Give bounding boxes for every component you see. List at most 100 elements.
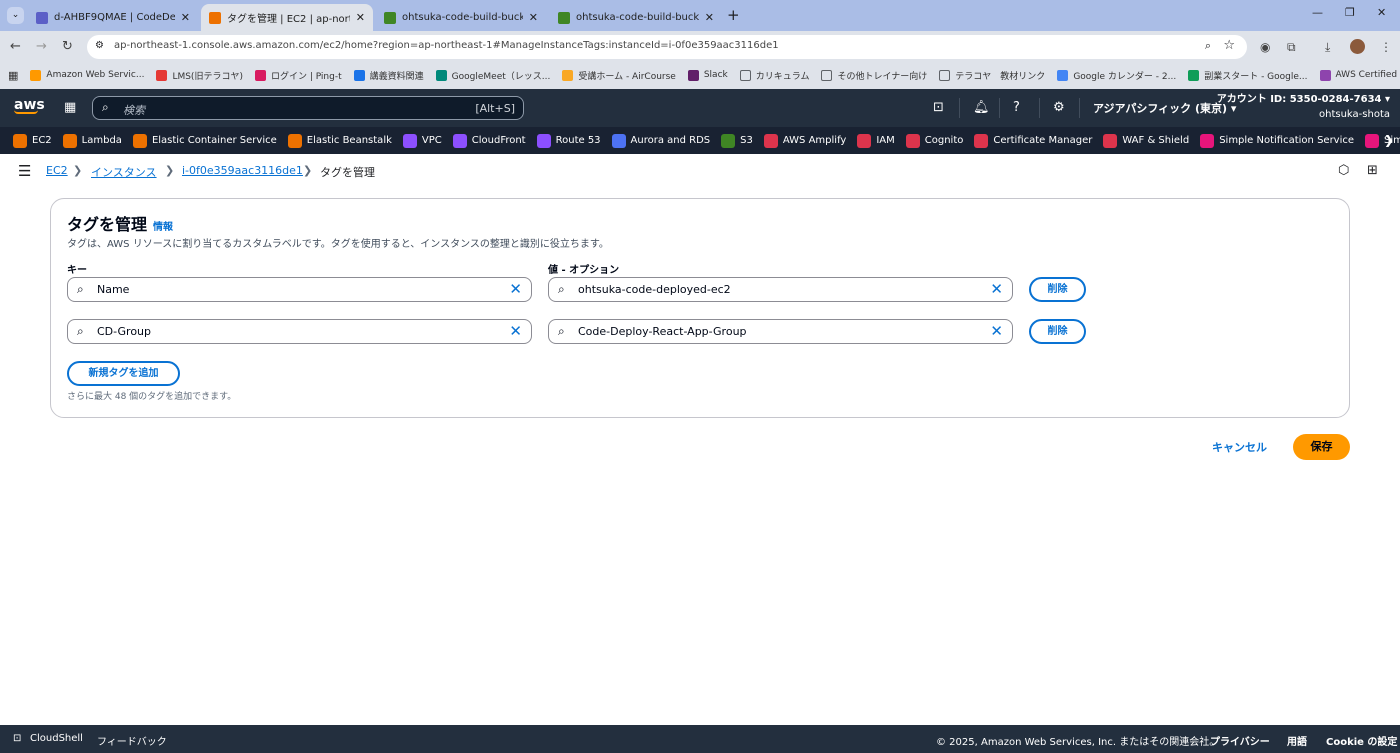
favorite-service-route53[interactable]: Route 53 xyxy=(536,133,601,148)
favorite-service-cognito[interactable]: Cognito xyxy=(905,133,963,148)
close-tab-icon[interactable]: ✕ xyxy=(181,11,190,24)
clear-input-icon[interactable]: ✕ xyxy=(990,322,1003,340)
clear-input-icon[interactable]: ✕ xyxy=(990,280,1003,298)
favorite-service-amplify[interactable]: AWS Amplify xyxy=(763,133,846,148)
maximize-icon[interactable]: ❐ xyxy=(1345,6,1355,19)
zoom-icon[interactable]: ⌕ xyxy=(1205,39,1211,53)
favorite-service-acm[interactable]: Certificate Manager xyxy=(974,133,1092,148)
tag-key-input[interactable]: ⌕ Name ✕ xyxy=(67,277,532,302)
bookmark-folder[interactable]: カリキュラム xyxy=(739,69,809,82)
account-menu[interactable]: アカウント ID: 5350-0284-7634 ▾ ohtsuka-shota xyxy=(1217,92,1390,122)
bookmark-favicon-icon xyxy=(562,69,574,81)
folder-icon xyxy=(939,69,951,81)
favorite-service-ec2[interactable]: EC2 xyxy=(13,133,52,148)
remove-tag-button[interactable]: 削除 xyxy=(1029,319,1086,344)
forward-icon[interactable]: → xyxy=(36,39,47,54)
bookmark-item[interactable]: 受講ホーム - AirCourse xyxy=(562,69,676,82)
new-tab-icon[interactable]: + xyxy=(727,6,740,24)
remove-tag-button[interactable]: 削除 xyxy=(1029,277,1086,302)
bookmark-favicon-icon xyxy=(30,69,42,81)
browser-tab[interactable]: d-AHBF9QMAE | CodeDeploy | ✕ xyxy=(28,4,198,31)
settings-gear-icon[interactable]: ⚙ xyxy=(1053,100,1065,115)
privacy-link[interactable]: プライバシー xyxy=(1210,733,1270,748)
bookmark-item[interactable]: Slack xyxy=(687,69,728,81)
reload-icon[interactable]: ↻ xyxy=(62,39,73,54)
bookmark-item[interactable]: AWS Certified Cloud... xyxy=(1319,69,1400,81)
tag-value-input[interactable]: ⌕ ohtsuka-code-deployed-ec2 ✕ xyxy=(548,277,1013,302)
console-search-input[interactable]: ⌕ 検索 [Alt+S] xyxy=(92,96,524,120)
notifications-icon[interactable]: ⬡ xyxy=(1338,163,1349,178)
cancel-button[interactable]: キャンセル xyxy=(1212,439,1267,455)
favorite-service-sqs[interactable]: Simple Queue Serv xyxy=(1365,133,1400,148)
breadcrumb-instance-id[interactable]: i-0f0e359aac3116de1 xyxy=(182,164,303,177)
hamburger-menu-icon[interactable]: ☰ xyxy=(18,162,31,180)
favorite-service-lambda[interactable]: Lambda xyxy=(62,133,122,148)
tab-search-chevron-icon[interactable]: ⌄ xyxy=(7,7,24,24)
profile-avatar[interactable] xyxy=(1350,39,1365,54)
help-icon[interactable]: ? xyxy=(1013,100,1020,115)
favorite-service-ecs[interactable]: Elastic Container Service xyxy=(132,133,277,148)
bookmark-folder[interactable]: その他トレイナー向け xyxy=(821,69,927,82)
bookmark-item[interactable]: Google カレンダー - 2... xyxy=(1057,69,1176,82)
chevron-right-icon: ❯ xyxy=(303,164,313,177)
region-selector[interactable]: アジアパシフィック (東京) ▾ xyxy=(1093,100,1236,116)
cloudshell-footer-icon[interactable]: ⊡ xyxy=(13,733,21,744)
notifications-bell-icon[interactable]: 🔔︎ xyxy=(973,100,990,115)
bookmark-star-icon[interactable]: ☆ xyxy=(1223,38,1235,53)
terms-link[interactable]: 用語 xyxy=(1287,733,1307,748)
back-icon[interactable]: ← xyxy=(10,39,21,54)
favorite-service-iam[interactable]: IAM xyxy=(857,133,895,148)
feedback-link[interactable]: フィードバック xyxy=(97,733,167,748)
download-icon[interactable]: ⤓ xyxy=(1325,40,1330,55)
favorite-service-sns[interactable]: Simple Notification Service xyxy=(1200,133,1354,148)
minimize-icon[interactable]: — xyxy=(1312,6,1323,19)
help-panel-icon[interactable]: ⊞ xyxy=(1367,163,1378,178)
certificate-manager-icon xyxy=(974,133,989,148)
clear-input-icon[interactable]: ✕ xyxy=(509,280,522,298)
extensions-icon[interactable]: ⧉ xyxy=(1287,40,1296,55)
console-footer: ⊡ CloudShell フィードバック © 2025, Amazon Web … xyxy=(0,725,1400,753)
bookmark-item[interactable]: 講義資料関連 xyxy=(353,69,424,82)
info-link[interactable]: 情報 xyxy=(153,218,173,233)
browser-tab-active[interactable]: タグを管理 | EC2 | ap-northeast-1 ✕ xyxy=(201,4,373,31)
favorite-service-waf[interactable]: WAF & Shield xyxy=(1103,133,1189,148)
calendar-icon xyxy=(1057,69,1069,81)
bookmark-item[interactable]: Amazon Web Servic... xyxy=(30,69,144,81)
add-new-tag-button[interactable]: 新規タグを追加 xyxy=(67,361,180,386)
close-tab-icon[interactable]: ✕ xyxy=(356,11,365,24)
bookmark-item[interactable]: 副業スタート - Google... xyxy=(1188,69,1308,82)
close-tab-icon[interactable]: ✕ xyxy=(705,11,714,24)
url-text[interactable]: ap-northeast-1.console.aws.amazon.com/ec… xyxy=(114,40,779,51)
clear-input-icon[interactable]: ✕ xyxy=(509,322,522,340)
codedeploy-favicon-icon xyxy=(36,11,48,24)
favorite-service-rds[interactable]: Aurora and RDS xyxy=(611,133,710,148)
favorite-service-beanstalk[interactable]: Elastic Beanstalk xyxy=(287,133,392,148)
site-info-icon[interactable]: ⚙ xyxy=(95,40,104,51)
favorite-service-s3[interactable]: S3 xyxy=(721,133,753,148)
browser-tab[interactable]: ohtsuka-code-build-bucket - S3 ✕ xyxy=(376,4,546,31)
tag-value-input[interactable]: ⌕ Code-Deploy-React-App-Group ✕ xyxy=(548,319,1013,344)
chevron-right-icon[interactable]: ❯ xyxy=(1384,133,1394,147)
url-bar[interactable]: ⚙ ap-northeast-1.console.aws.amazon.com/… xyxy=(87,35,1247,59)
cloudshell-icon[interactable]: ⊡ xyxy=(933,100,944,115)
breadcrumb-ec2[interactable]: EC2 xyxy=(46,164,68,177)
favorite-service-cloudfront[interactable]: CloudFront xyxy=(452,133,526,148)
save-button[interactable]: 保存 xyxy=(1293,434,1350,460)
camera-icon[interactable]: ◉ xyxy=(1260,40,1270,54)
apps-grid-icon[interactable]: ▦ xyxy=(8,69,18,82)
bookmark-item[interactable]: GoogleMeet（レッス... xyxy=(435,69,550,82)
cookie-settings-link[interactable]: Cookie の設定 xyxy=(1326,733,1397,748)
bookmark-folder[interactable]: テラコヤ 教材リンク xyxy=(939,69,1045,82)
menu-kebab-icon[interactable]: ⋮ xyxy=(1380,40,1392,54)
bookmark-item[interactable]: LMS(旧テラコヤ) xyxy=(156,69,243,82)
aws-logo[interactable]: aws xyxy=(14,97,45,114)
close-window-icon[interactable]: ✕ xyxy=(1377,6,1386,19)
breadcrumb-instances[interactable]: インスタンス xyxy=(91,164,157,180)
bookmark-item[interactable]: ログイン | Ping-t xyxy=(254,69,342,82)
cloudshell-link[interactable]: CloudShell xyxy=(30,733,83,744)
services-grid-icon[interactable]: ▦ xyxy=(64,100,76,115)
close-tab-icon[interactable]: ✕ xyxy=(529,11,538,24)
favorite-service-vpc[interactable]: VPC xyxy=(402,133,442,148)
tag-key-input[interactable]: ⌕ CD-Group ✕ xyxy=(67,319,532,344)
browser-tab[interactable]: ohtsuka-code-build-bucket - S3 ✕ xyxy=(550,4,722,31)
